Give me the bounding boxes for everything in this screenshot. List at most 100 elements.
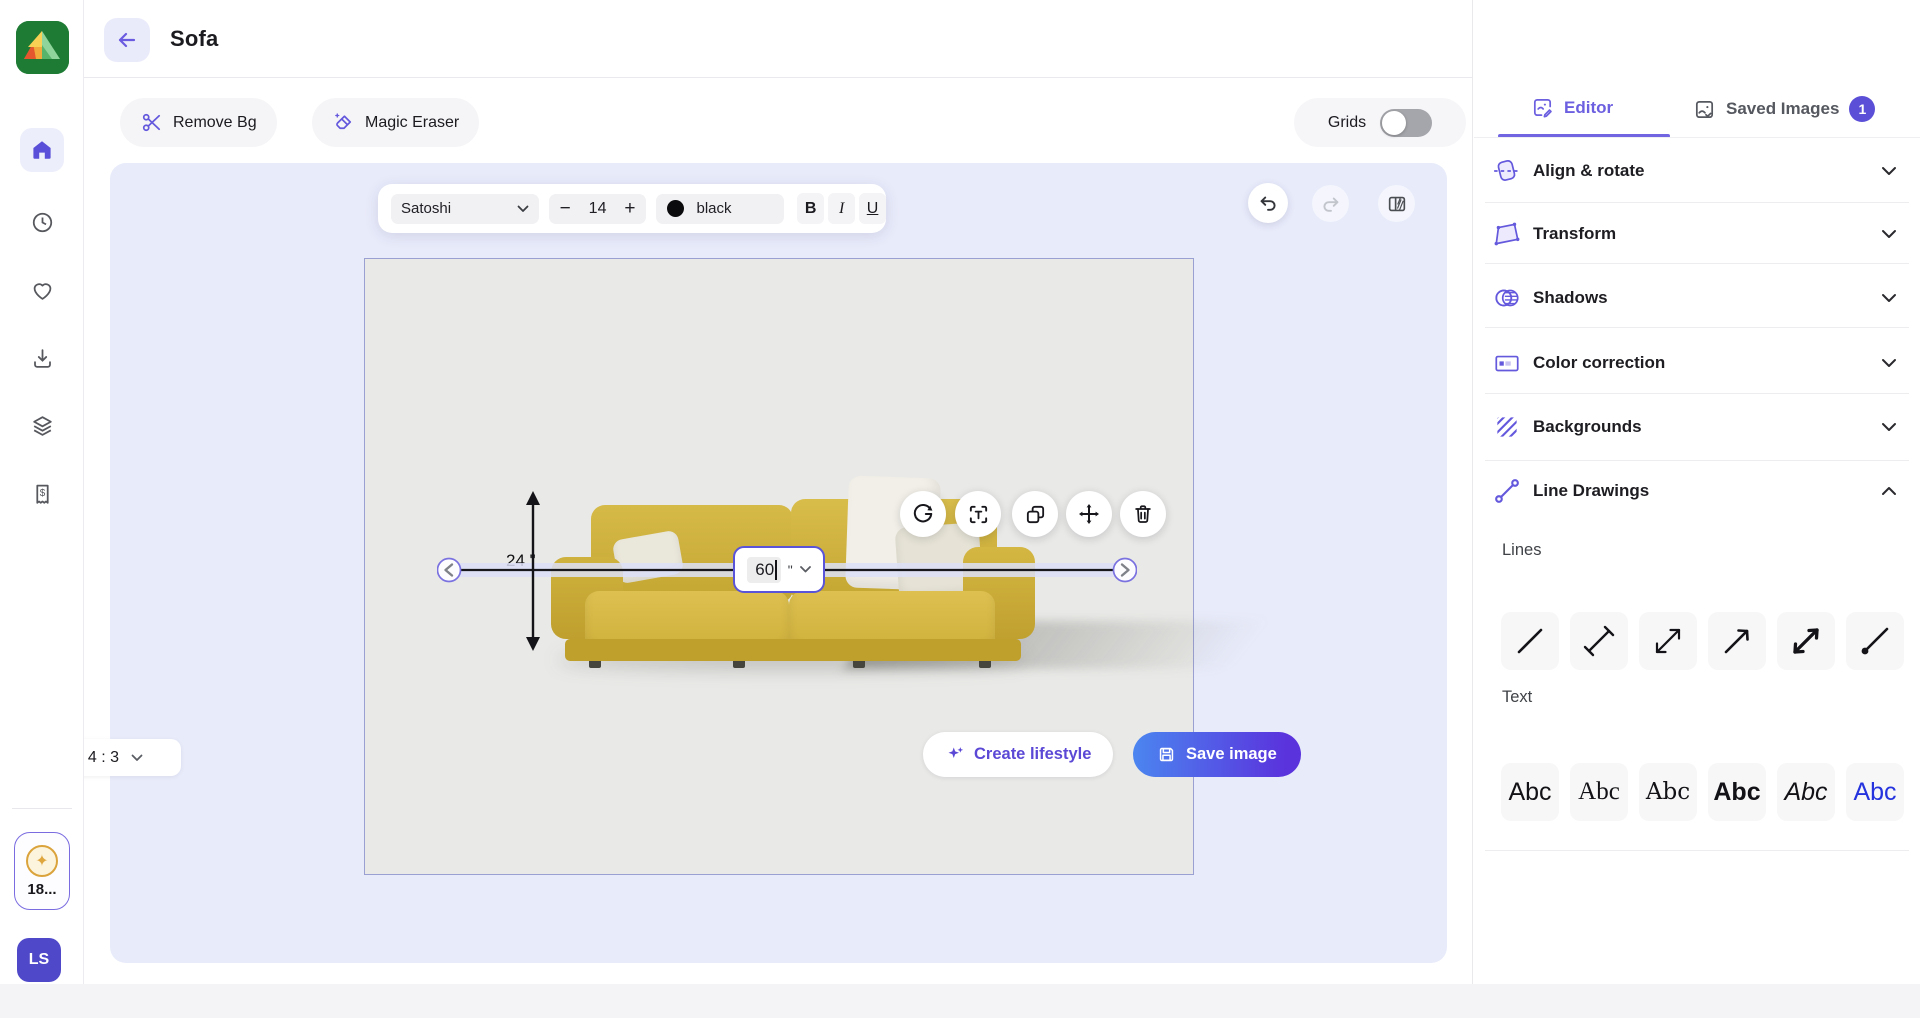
line-style-caps[interactable]	[1570, 612, 1628, 670]
section-line-drawings[interactable]: Line Drawings	[1473, 470, 1920, 512]
sidebar-item-favorites[interactable]	[20, 268, 64, 312]
receipt-icon: $	[35, 484, 49, 504]
text-styles-row: Abc Abc Abc Abc Abc Abc	[1501, 763, 1920, 821]
width-value: 60	[755, 559, 775, 579]
arrow-left-icon	[118, 32, 136, 48]
tab-editor-label: Editor	[1564, 97, 1614, 117]
aspect-ratio-value: 4 : 3	[87, 748, 120, 766]
text-style-serif[interactable]: Abc	[1570, 763, 1628, 821]
text-color-select[interactable]: black	[656, 193, 785, 224]
italic-button[interactable]: I	[828, 193, 856, 224]
image-edit-icon	[1533, 98, 1552, 118]
remove-bg-label: Remove Bg	[173, 113, 257, 131]
chevron-down-icon	[131, 754, 143, 761]
app-logo[interactable]	[16, 21, 69, 74]
avatar-initials: LS	[28, 951, 50, 968]
right-endpoint-handle[interactable]	[1112, 557, 1137, 583]
line-style-dot-end[interactable]	[1846, 612, 1904, 670]
credits-count: 18...	[27, 880, 57, 898]
grids-toggle[interactable]	[1380, 108, 1433, 137]
transform-icon	[1494, 222, 1520, 246]
sidebar-item-billing[interactable]: $	[20, 472, 64, 516]
duplicate-button[interactable]	[1012, 491, 1058, 537]
font-name: Satoshi	[401, 200, 452, 217]
undo-button[interactable]	[1248, 183, 1288, 223]
line-style-double-arrow-bold[interactable]	[1777, 612, 1835, 670]
tab-saved-images[interactable]: Saved Images 1	[1693, 96, 1876, 122]
create-lifestyle-button[interactable]: Create lifestyle	[923, 732, 1114, 777]
user-avatar[interactable]: LS	[17, 938, 61, 982]
split-panel-icon	[1388, 196, 1405, 211]
chevron-down-icon[interactable]	[799, 566, 811, 573]
move-button[interactable]	[1066, 491, 1112, 537]
sidebar-item-downloads[interactable]	[20, 336, 64, 380]
tab-editor[interactable]: Editor	[1531, 96, 1613, 119]
sidebar-item-layers[interactable]	[20, 403, 64, 447]
text-style-serif-2[interactable]: Abc	[1639, 763, 1697, 821]
logo-icon	[16, 21, 69, 74]
bold-button[interactable]: B	[797, 193, 825, 224]
section-shadows[interactable]: Shadows	[1473, 277, 1920, 319]
magic-eraser-button[interactable]: Magic Eraser	[312, 98, 480, 147]
chevron-down-icon	[1882, 359, 1896, 367]
compare-view-button[interactable]	[1378, 185, 1415, 222]
move-icon	[1079, 504, 1099, 524]
delete-button[interactable]	[1120, 491, 1166, 537]
editor-panel: Editor Saved Images 1 Align & rotate Tra…	[1472, 0, 1920, 1018]
text-style-blue[interactable]: Abc	[1846, 763, 1904, 821]
layers-icon	[32, 415, 52, 436]
sidebar-divider	[12, 808, 72, 809]
rotate-button[interactable]	[900, 491, 946, 537]
left-endpoint-handle[interactable]	[437, 557, 462, 583]
remove-bg-button[interactable]: Remove Bg	[120, 98, 277, 147]
sidebar-item-history[interactable]	[20, 200, 64, 244]
line-style-arrow[interactable]	[1708, 612, 1766, 670]
line-style-double-arrow[interactable]	[1639, 612, 1697, 670]
undo-icon	[1260, 196, 1276, 211]
font-select[interactable]: Satoshi	[391, 193, 539, 224]
clock-icon	[32, 212, 52, 232]
magic-eraser-label: Magic Eraser	[365, 113, 460, 131]
back-button[interactable]	[104, 18, 150, 62]
line-styles-row	[1501, 612, 1920, 670]
trash-icon	[1135, 505, 1151, 523]
grids-control: Grids	[1294, 98, 1466, 147]
height-dimension-arrow[interactable]	[515, 487, 551, 655]
text-select-button[interactable]	[955, 491, 1001, 537]
sparkles-icon	[948, 747, 964, 758]
line-drawings-icon	[1495, 479, 1519, 503]
credits-box[interactable]: ✦ 18...	[14, 832, 70, 910]
canvas-image-area[interactable]: 24 " 60 "	[364, 258, 1270, 875]
download-icon	[33, 348, 51, 368]
redo-button[interactable]	[1312, 185, 1349, 222]
backgrounds-icon	[1497, 417, 1517, 437]
font-size-value: 14	[588, 199, 607, 217]
increase-size-button[interactable]: +	[624, 198, 635, 220]
decrease-size-button[interactable]: −	[560, 198, 571, 220]
section-align-rotate[interactable]: Align & rotate	[1473, 150, 1920, 192]
underline-button[interactable]: U	[859, 193, 887, 224]
chevron-down-icon	[517, 205, 529, 212]
font-size-stepper: − 14 +	[548, 193, 647, 224]
page-title: Sofa	[170, 26, 219, 51]
text-style-bold[interactable]: Abc	[1708, 763, 1766, 821]
section-transform[interactable]: Transform	[1473, 213, 1920, 255]
text-style-italic[interactable]: Abc	[1777, 763, 1835, 821]
sidebar-item-home[interactable]	[20, 128, 64, 172]
section-color-correction[interactable]: Color correction	[1473, 342, 1920, 384]
line-style-plain[interactable]	[1501, 612, 1559, 670]
section-backgrounds[interactable]: Backgrounds	[1473, 406, 1920, 448]
width-dimension-input[interactable]: 60 "	[733, 546, 825, 593]
text-caret	[775, 559, 777, 580]
save-image-label: Save image	[1186, 745, 1277, 763]
text-style-sans[interactable]: Abc	[1501, 763, 1559, 821]
color-correction-icon	[1495, 355, 1519, 372]
sidebar: $ ✦ 18... LS	[0, 0, 84, 1018]
text-format-toolbar: Satoshi − 14 + black B I U	[378, 184, 887, 233]
magic-eraser-icon	[335, 113, 352, 130]
image-check-icon	[1695, 100, 1714, 118]
text-subheading: Text	[1502, 688, 1533, 706]
save-image-button[interactable]: Save image	[1133, 732, 1301, 777]
chevron-down-icon	[1882, 230, 1896, 238]
align-rotate-icon	[1494, 159, 1520, 181]
